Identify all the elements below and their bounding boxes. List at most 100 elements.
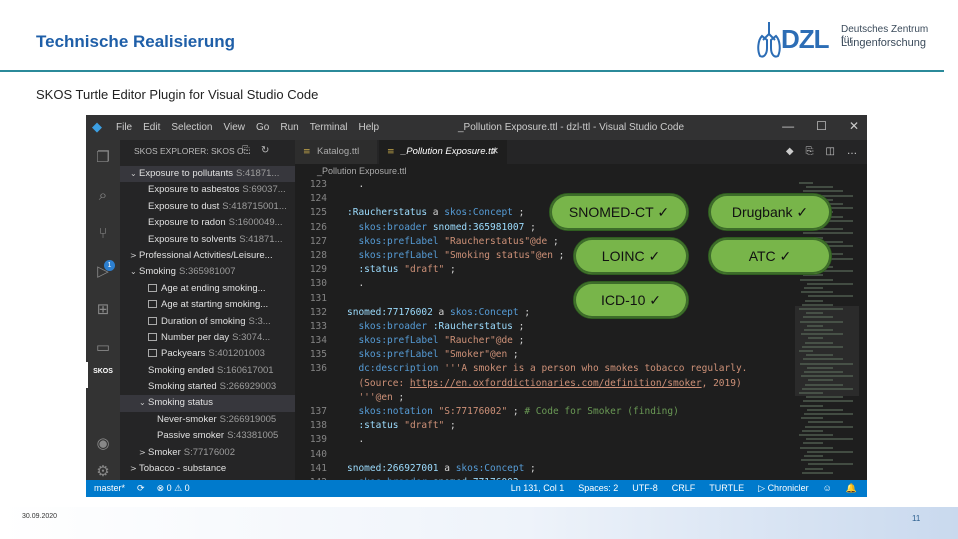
- menu-item-view[interactable]: View: [224, 122, 246, 133]
- minimap-line: [802, 429, 823, 432]
- open-preview-icon[interactable]: ⎘: [806, 140, 814, 164]
- tree-item[interactable]: Age at starting smoking...: [120, 297, 295, 313]
- extensions-icon[interactable]: ⊞: [94, 300, 112, 318]
- remote-explorer-icon[interactable]: ▭: [94, 338, 112, 356]
- code-token: ;: [552, 249, 565, 261]
- split-editor-icon[interactable]: ◫: [826, 140, 835, 164]
- chevron-down-icon[interactable]: ⌄: [130, 264, 139, 280]
- menu-item-run[interactable]: Run: [280, 122, 298, 133]
- menu-bar: File Edit Selection View Go Run Terminal Help: [116, 122, 379, 133]
- close-icon[interactable]: ✕: [849, 119, 859, 133]
- maximize-icon[interactable]: ☐: [816, 119, 827, 133]
- code-token: '''@en: [347, 391, 393, 403]
- minimap-line: [799, 182, 813, 184]
- git-branch-status[interactable]: master*: [94, 480, 125, 497]
- more-actions-icon[interactable]: …: [847, 140, 857, 164]
- tree-item-label: Passive smoker: [157, 430, 225, 442]
- code-token: ;: [524, 462, 536, 474]
- editor-actions: ◆ ⎘ ◫ …: [786, 140, 857, 164]
- tree-item[interactable]: Smoking ended S:160617001: [120, 363, 295, 379]
- chevron-down-icon[interactable]: ⌄: [139, 395, 148, 411]
- minimap-line: [808, 337, 823, 340]
- tree-item[interactable]: Exposure to dust S:418715001...: [120, 199, 295, 215]
- chevron-down-icon[interactable]: ⌄: [130, 166, 139, 182]
- sync-icon[interactable]: ⟳: [137, 480, 145, 497]
- feedback-icon[interactable]: ☺: [823, 480, 832, 497]
- tab-katalog[interactable]: ≡ Katalog.ttl: [295, 140, 377, 164]
- tree-item[interactable]: Age at ending smoking...: [120, 281, 295, 297]
- file-icon: ≡: [387, 147, 395, 157]
- tree-item[interactable]: > Smoker S:77176002: [120, 445, 295, 461]
- tree-item[interactable]: Duration of smoking S:3...: [120, 314, 295, 330]
- tree-item[interactable]: Smoking started S:266929003: [120, 379, 295, 395]
- file-icon: ≡: [303, 147, 311, 157]
- minimap-line: [802, 387, 853, 390]
- tree-item[interactable]: Passive smoker S:43381005: [120, 428, 295, 444]
- chevron-right-icon[interactable]: >: [130, 461, 139, 477]
- slide: Technische Realisierung DZL Deutsches Ze…: [0, 0, 958, 539]
- menu-item-edit[interactable]: Edit: [143, 122, 160, 133]
- tree-item[interactable]: ⌄ Smoking status: [120, 395, 295, 412]
- problems-status[interactable]: ⊗ 0 ⚠ 0: [157, 480, 190, 497]
- tree-item-label: Exposure to pollutants: [139, 168, 234, 179]
- close-tab-icon[interactable]: ✕: [491, 140, 499, 164]
- menu-item-go[interactable]: Go: [256, 122, 269, 133]
- encoding-status[interactable]: UTF-8: [632, 480, 658, 497]
- tree-item[interactable]: Number per day S:3074...: [120, 330, 295, 346]
- tree-item-label: Smoker: [148, 446, 181, 458]
- minimap-line: [803, 316, 833, 319]
- tree-item[interactable]: ⌄ Exposure to pollutants S:41871...: [120, 166, 295, 183]
- files-icon[interactable]: ❐: [94, 148, 112, 166]
- breadcrumb[interactable]: _Pollution Exposure.ttl: [295, 164, 407, 178]
- chevron-right-icon[interactable]: >: [130, 248, 139, 264]
- tree-item-label: Exposure to radon: [148, 217, 226, 229]
- bell-icon[interactable]: 🔔: [846, 480, 857, 497]
- code-token: skos:prefLabel: [358, 335, 439, 347]
- eol-status[interactable]: CRLF: [672, 480, 696, 497]
- tree-item[interactable]: ⌄ Smoking S:365981007: [120, 264, 295, 280]
- concept-doc-icon: [148, 349, 157, 358]
- title-divider: [0, 70, 944, 72]
- chronicler-status[interactable]: ▷ Chronicler: [758, 480, 808, 497]
- minimize-icon[interactable]: —: [782, 119, 794, 133]
- tab-pollution-exposure[interactable]: ≡ _Pollution Exposure.ttl ✕: [379, 140, 507, 164]
- code-line: '''@en ;: [295, 391, 795, 405]
- tree-item[interactable]: Exposure to radon S:1600049...: [120, 215, 295, 231]
- tree-item[interactable]: Packyears S:401201003: [120, 346, 295, 362]
- run-debug-icon[interactable]: ▷: [94, 262, 112, 280]
- chevron-right-icon[interactable]: >: [139, 445, 148, 461]
- skos-explorer-icon[interactable]: SKOS: [93, 368, 113, 375]
- cursor-position-status[interactable]: Ln 131, Col 1: [511, 480, 565, 497]
- minimap-line: [807, 408, 843, 411]
- menu-item-help[interactable]: Help: [359, 122, 380, 133]
- menu-item-terminal[interactable]: Terminal: [310, 122, 348, 133]
- minimap-line: [806, 438, 853, 441]
- drugbank-callout: Drugbank ✓: [708, 193, 832, 231]
- code-token: skos:prefLabel: [358, 249, 439, 261]
- loinc-callout: LOINC ✓: [573, 237, 689, 275]
- minimap-line: [803, 442, 823, 445]
- tree-item[interactable]: Exposure to solvents S:41871...: [120, 232, 295, 248]
- new-file-icon[interactable]: ⎘: [242, 145, 250, 156]
- search-icon[interactable]: ⌕: [94, 186, 112, 204]
- page-title: Technische Realisierung: [36, 32, 236, 51]
- concept-tree: ⌄ Exposure to pollutants S:41871... Exposur…: [120, 166, 295, 477]
- tree-item[interactable]: Exposure to asbestos S:69037...: [120, 182, 295, 198]
- refresh-icon[interactable]: ↻: [261, 145, 269, 156]
- gear-icon[interactable]: ⚙: [94, 462, 112, 480]
- minimap-line: [800, 404, 823, 407]
- concept-doc-icon: [148, 300, 157, 309]
- diamond-icon[interactable]: ◆: [786, 140, 794, 164]
- menu-item-file[interactable]: File: [116, 122, 132, 133]
- language-mode-status[interactable]: TURTLE: [709, 480, 744, 497]
- account-icon[interactable]: ◉: [94, 434, 112, 452]
- menu-item-selection[interactable]: Selection: [171, 122, 212, 133]
- minimap-line: [805, 299, 823, 302]
- tree-item[interactable]: > Tobacco - substance: [120, 461, 295, 477]
- tree-item[interactable]: Never-smoker S:266919005: [120, 412, 295, 428]
- tree-item-label: Exposure to solvents: [148, 233, 237, 245]
- source-control-icon[interactable]: ⑂: [94, 224, 112, 242]
- tree-item[interactable]: > Professional Activities/Leisure...: [120, 248, 295, 264]
- indentation-status[interactable]: Spaces: 2: [578, 480, 618, 497]
